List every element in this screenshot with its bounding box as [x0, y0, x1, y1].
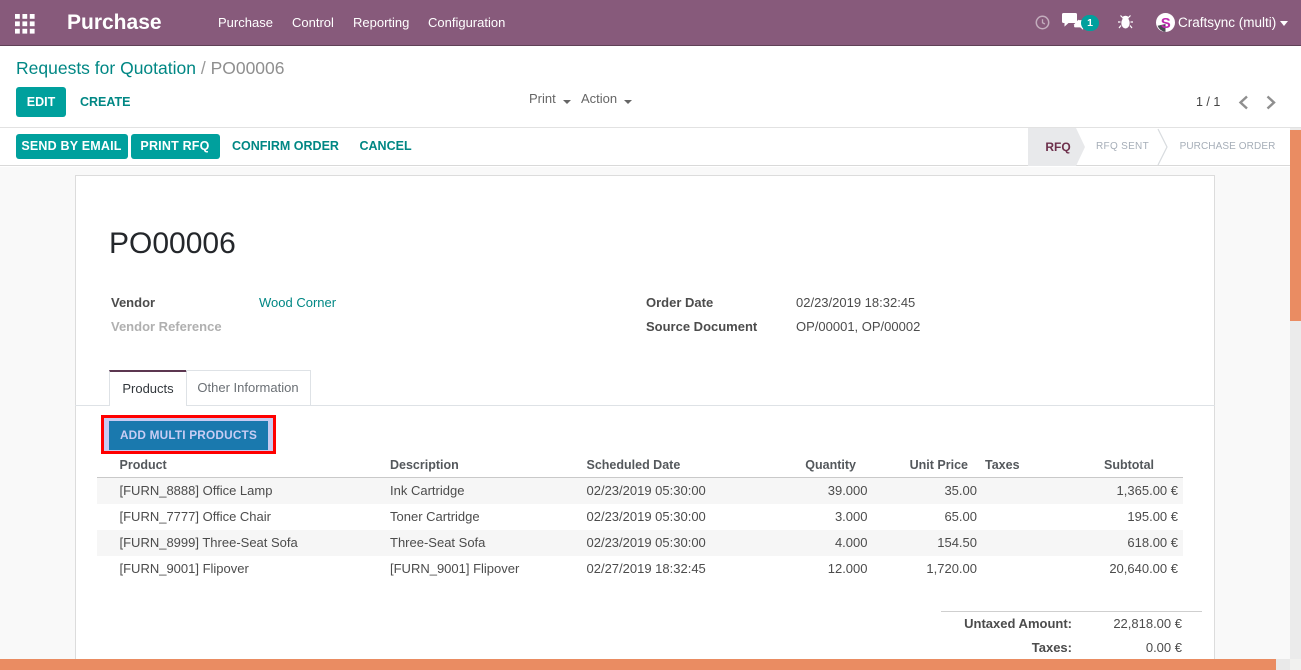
svg-text:S: S — [1161, 15, 1171, 32]
